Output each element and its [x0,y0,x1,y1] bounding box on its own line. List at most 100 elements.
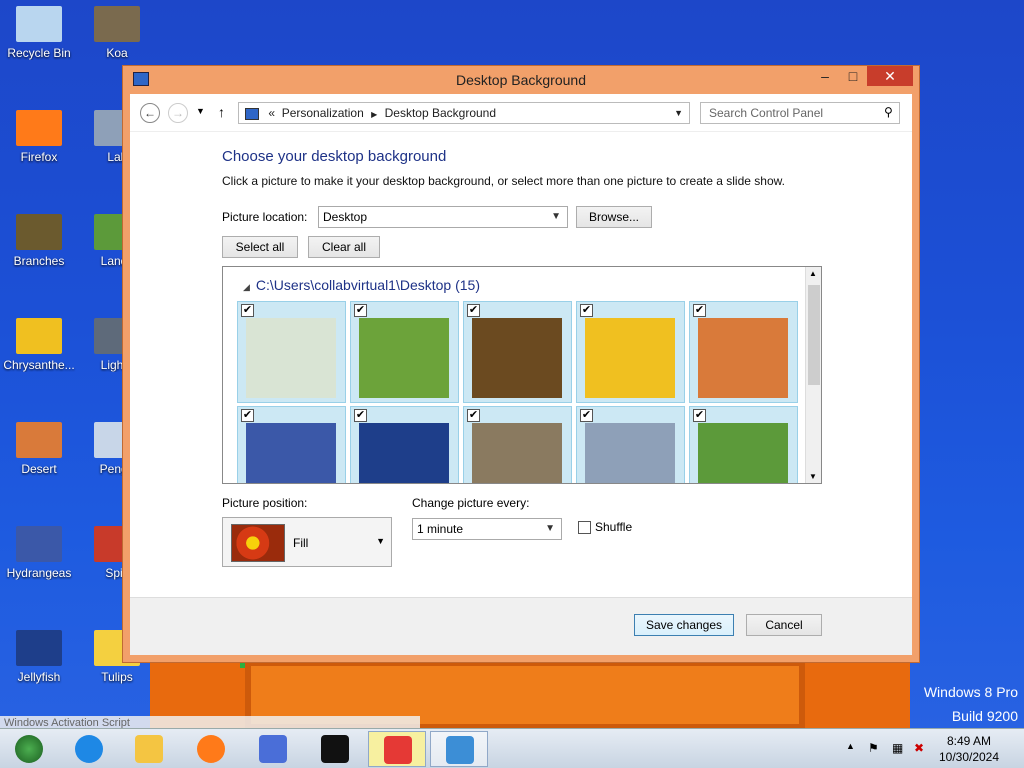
windows-build-watermark: Build 9200 [951,708,1018,724]
scroll-up-icon[interactable]: ▲ [809,269,817,278]
firefox-icon [16,110,62,146]
clock-date: 10/30/2024 [938,750,1000,764]
shuffle-label: Shuffle [595,520,633,534]
picture-tile[interactable]: ✔ [689,406,798,483]
taskbar-firefox[interactable] [182,731,240,767]
scrollbar-thumb[interactable] [808,285,820,385]
picture-checkbox[interactable]: ✔ [580,409,593,422]
picture-tile[interactable]: ✔ [576,301,685,403]
select-all-button[interactable]: Select all [222,236,298,258]
picture-checkbox[interactable]: ✔ [467,409,480,422]
system-clock[interactable]: 8:49 AM 10/30/2024 [934,733,1004,765]
taskbar-control-panel[interactable] [430,731,488,767]
desktop-icon-branches[interactable]: Branches [0,214,78,268]
picture-checkbox[interactable]: ✔ [241,409,254,422]
taskbar-paint[interactable] [368,731,426,767]
show-hidden-icons-icon[interactable]: ▲ [846,741,855,751]
picture-checkbox[interactable]: ✔ [693,304,706,317]
close-button[interactable]: ✕ [867,66,913,86]
picture-tile[interactable]: ✔ [689,301,798,403]
breadcrumb-personalization[interactable]: Personalization [282,106,364,120]
picture-tile[interactable]: ✔ [350,301,459,403]
scroll-down-icon[interactable]: ▼ [809,472,817,481]
folder-icon [135,735,163,763]
desktop-icon-label: Tulips [101,670,133,684]
picture-tile[interactable]: ✔ [237,406,346,483]
shuffle-checkbox[interactable]: Shuffle [578,520,633,535]
chrysanthe-icon [16,318,62,354]
minimize-button[interactable]: – [811,66,839,86]
picture-location-select[interactable]: Desktop ▼ [318,206,568,228]
picture-location-label: Picture location: [222,210,308,224]
search-icon[interactable]: ⚲ [884,105,893,119]
clear-all-button[interactable]: Clear all [308,236,380,258]
picture-thumbnail[interactable] [359,423,449,483]
desert-icon [16,422,62,458]
picture-position-select[interactable]: Fill ▼ [222,517,392,567]
save-changes-button[interactable]: Save changes [634,614,734,636]
picture-thumbnail[interactable] [359,318,449,398]
dialog-footer: Save changes Cancel [130,597,912,655]
collapse-triangle-icon[interactable]: ◢ [243,282,250,292]
picture-checkbox[interactable]: ✔ [241,304,254,317]
browse-button[interactable]: Browse... [576,206,652,228]
picture-tile[interactable]: ✔ [350,406,459,483]
clock-time: 8:49 AM [946,734,992,748]
window-title: Desktop Background [456,72,586,88]
desktop-icon-jellyfish[interactable]: Jellyfish [0,630,78,684]
picture-thumbnail[interactable] [472,423,562,483]
desktop-icon-chrysanthe[interactable]: Chrysanthe... [0,318,78,372]
picture-thumbnail[interactable] [585,423,675,483]
picture-thumbnail[interactable] [698,423,788,483]
address-bar[interactable]: « Personalization ▶ Desktop Background ▼… [238,102,715,124]
picture-tile[interactable]: ✔ [463,301,572,403]
gallery-scrollbar[interactable]: ▲ ▼ [805,267,821,483]
maximize-button[interactable]: □ [839,66,867,86]
change-interval-select[interactable]: 1 minute ▼ [412,518,562,540]
desktop-icon-desert[interactable]: Desert [0,422,78,476]
page-description: Click a picture to make it your desktop … [222,174,785,188]
shuffle-checkbox-box[interactable] [578,521,591,535]
up-arrow-icon[interactable]: ↑ [218,104,225,120]
picture-checkbox[interactable]: ✔ [580,304,593,317]
cancel-button[interactable]: Cancel [746,614,822,636]
desktop-icon-hydrangeas[interactable]: Hydrangeas [0,526,78,580]
picture-thumbnail[interactable] [246,318,336,398]
picture-checkbox[interactable]: ✔ [693,409,706,422]
taskbar-cmd[interactable] [306,731,364,767]
picture-thumbnail[interactable] [698,318,788,398]
picture-checkbox[interactable]: ✔ [354,409,367,422]
change-picture-label: Change picture every: [412,496,530,510]
picture-tile[interactable]: ✔ [463,406,572,483]
picture-tile[interactable]: ✔ [237,301,346,403]
taskbar-file-explorer[interactable] [120,731,178,767]
action-center-flag-icon[interactable]: ⚑ [868,741,879,755]
taskbar-ie[interactable] [60,731,118,767]
picture-checkbox[interactable]: ✔ [467,304,480,317]
desktop-background-window: Desktop Background – □ ✕ ← → ▼ ↑ « Perso… [122,65,920,663]
breadcrumb-desktop-background[interactable]: Desktop Background [385,106,496,120]
picture-thumbnail[interactable] [472,318,562,398]
desktop-icon-recycle-bin[interactable]: Recycle Bin [0,6,78,60]
picture-thumbnail[interactable] [585,318,675,398]
network-icon[interactable]: ▦ [892,741,903,755]
forward-button[interactable]: → [168,103,188,123]
desktop-icon-firefox[interactable]: Firefox [0,110,78,164]
picture-tile[interactable]: ✔ [576,406,685,483]
title-bar[interactable]: Desktop Background – □ ✕ [123,66,919,94]
address-overflow[interactable]: « [268,106,275,120]
start-button[interactable] [0,731,58,767]
picture-thumbnail[interactable] [246,423,336,483]
recent-pages-chevron-icon[interactable]: ▼ [196,106,205,116]
desktop-icon-koa[interactable]: Koa [78,6,156,60]
address-dropdown-icon[interactable]: ▼ [674,103,683,123]
picture-position-preview [231,524,285,562]
search-input[interactable]: Search Control Panel [700,102,900,124]
gallery-group-header[interactable]: ◢ C:\Users\collabvirtual1\Desktop (15) [243,277,480,293]
picture-checkbox[interactable]: ✔ [354,304,367,317]
volume-muted-icon[interactable]: ✖ [914,741,924,755]
taskbar-hooks-app[interactable] [244,731,302,767]
back-button[interactable]: ← [140,103,160,123]
control-panel-icon [245,107,259,120]
recycle-bin-icon [16,6,62,42]
